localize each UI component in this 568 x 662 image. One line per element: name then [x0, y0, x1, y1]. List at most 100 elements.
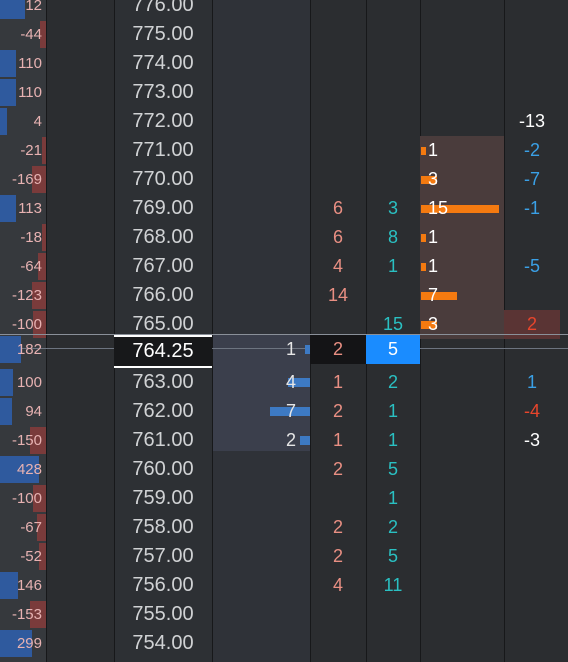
price-label[interactable]: 760.00: [114, 455, 212, 484]
sell-volume[interactable]: 4: [310, 252, 366, 281]
sell-volume[interactable]: 2: [310, 455, 366, 484]
price-label[interactable]: 775.00: [114, 20, 212, 49]
buy-volume[interactable]: 5: [366, 542, 420, 571]
volume-value: 1: [428, 140, 439, 160]
sell-volume[interactable]: 14: [310, 281, 366, 310]
delta-cell: -21: [0, 136, 46, 165]
sell-volume[interactable]: 6: [310, 223, 366, 252]
price-label[interactable]: 776.00: [114, 0, 212, 20]
sell-volume[interactable]: 6: [310, 194, 366, 223]
buy-volume[interactable]: 1: [366, 252, 420, 281]
volume-bar: [421, 263, 426, 271]
delta-value: 299: [16, 635, 42, 652]
ladder-row[interactable]: -18 768.00 6 8 1: [0, 223, 568, 252]
delta-value: 113: [18, 200, 42, 217]
sell-volume[interactable]: 2: [310, 335, 366, 364]
sell-volume[interactable]: 2: [310, 397, 366, 426]
ladder-row[interactable]: -150 761.00 2 1 1 -3: [0, 426, 568, 455]
ladder-row[interactable]: -153 755.00: [0, 600, 568, 629]
ladder-row[interactable]: 94 762.00 7 2 1 -4: [0, 397, 568, 426]
ladder-row[interactable]: -123 766.00 14 7: [0, 281, 568, 310]
ladder-row[interactable]: -52 757.00 2 5: [0, 542, 568, 571]
ladder-row[interactable]: 12 776.00: [0, 0, 568, 20]
bid-value[interactable]: 1: [212, 335, 296, 364]
price-label[interactable]: 771.00: [114, 136, 212, 165]
price-label[interactable]: 768.00: [114, 223, 212, 252]
delta-cell: 146: [0, 571, 46, 600]
price-label[interactable]: 757.00: [114, 542, 212, 571]
price-label[interactable]: 763.00: [114, 368, 212, 397]
sell-volume[interactable]: 2: [310, 542, 366, 571]
price-label[interactable]: 754.00: [114, 629, 212, 658]
price-label[interactable]: 770.00: [114, 165, 212, 194]
buy-volume[interactable]: 1: [366, 484, 420, 513]
ladder-row[interactable]: -67 758.00 2 2: [0, 513, 568, 542]
ladder-row[interactable]: 100 763.00 4 1 2 1: [0, 368, 568, 397]
ladder-row[interactable]: -100 759.00 1: [0, 484, 568, 513]
ladder-row[interactable]: 110 773.00: [0, 78, 568, 107]
price-label[interactable]: 772.00: [114, 107, 212, 136]
price-label[interactable]: 756.00: [114, 571, 212, 600]
delta-cell: -123: [0, 281, 46, 310]
delta-bar: [42, 224, 46, 251]
delta-value: 100: [16, 374, 42, 391]
price-label[interactable]: 767.00: [114, 252, 212, 281]
last-trade-value: -7: [523, 169, 540, 189]
buy-volume[interactable]: 5: [366, 455, 420, 484]
delta-cell: -18: [0, 223, 46, 252]
delta-value: 146: [16, 577, 42, 594]
bid-value[interactable]: 4: [212, 368, 296, 397]
delta-value: 12: [25, 0, 42, 14]
price-label[interactable]: 773.00: [114, 78, 212, 107]
ladder-row[interactable]: 146 756.00 4 11: [0, 571, 568, 600]
last-trade-value: -3: [523, 430, 540, 450]
buy-volume[interactable]: 5: [366, 335, 420, 364]
buy-volume[interactable]: 2: [366, 368, 420, 397]
ladder-row[interactable]: 4 772.00 -13: [0, 107, 568, 136]
volume-value: 15: [428, 198, 449, 218]
ladder-row[interactable]: 182 764.25 1 2 5: [0, 334, 568, 368]
delta-value: -21: [20, 142, 42, 159]
price-label[interactable]: 764.25: [114, 335, 212, 368]
last-trade-value: -13: [518, 111, 545, 131]
price-label[interactable]: 759.00: [114, 484, 212, 513]
sell-volume[interactable]: 1: [310, 368, 366, 397]
buy-volume[interactable]: 3: [366, 194, 420, 223]
ladder-row[interactable]: 113 769.00 6 3 15 -1: [0, 194, 568, 223]
buy-volume[interactable]: 1: [366, 397, 420, 426]
delta-value: -52: [20, 548, 42, 565]
bid-value[interactable]: 2: [212, 426, 296, 455]
last-trade-value: -1: [523, 198, 540, 218]
delta-bar: [0, 398, 12, 425]
sell-volume[interactable]: 4: [310, 571, 366, 600]
delta-value: 94: [25, 403, 42, 420]
delta-cell: -153: [0, 600, 46, 629]
price-label[interactable]: 774.00: [114, 49, 212, 78]
ladder-row[interactable]: -169 770.00 3 -7: [0, 165, 568, 194]
ladder-row[interactable]: -64 767.00 4 1 1 -5: [0, 252, 568, 281]
delta-bar: [0, 369, 13, 396]
volume-bar: [421, 234, 426, 242]
price-label[interactable]: 758.00: [114, 513, 212, 542]
buy-volume[interactable]: 11: [366, 571, 420, 600]
buy-volume[interactable]: 8: [366, 223, 420, 252]
delta-cell: 299: [0, 629, 46, 658]
sell-volume[interactable]: 2: [310, 513, 366, 542]
ladder-row[interactable]: -44 775.00: [0, 20, 568, 49]
ladder-row[interactable]: 110 774.00: [0, 49, 568, 78]
sell-volume[interactable]: 1: [310, 426, 366, 455]
buy-volume[interactable]: 1: [366, 426, 420, 455]
buy-volume[interactable]: 2: [366, 513, 420, 542]
price-label[interactable]: 755.00: [114, 600, 212, 629]
delta-value: -153: [11, 606, 42, 623]
ladder-row[interactable]: 428 760.00 2 5: [0, 455, 568, 484]
price-label[interactable]: 762.00: [114, 397, 212, 426]
ladder-row[interactable]: 299 754.00: [0, 629, 568, 658]
ladder-row[interactable]: -21 771.00 1 -2: [0, 136, 568, 165]
price-label[interactable]: 769.00: [114, 194, 212, 223]
price-label[interactable]: 761.00: [114, 426, 212, 455]
price-label[interactable]: 766.00: [114, 281, 212, 310]
last-trade-value: -4: [523, 401, 540, 421]
delta-value: -67: [20, 519, 42, 536]
bid-value[interactable]: 7: [212, 397, 296, 426]
